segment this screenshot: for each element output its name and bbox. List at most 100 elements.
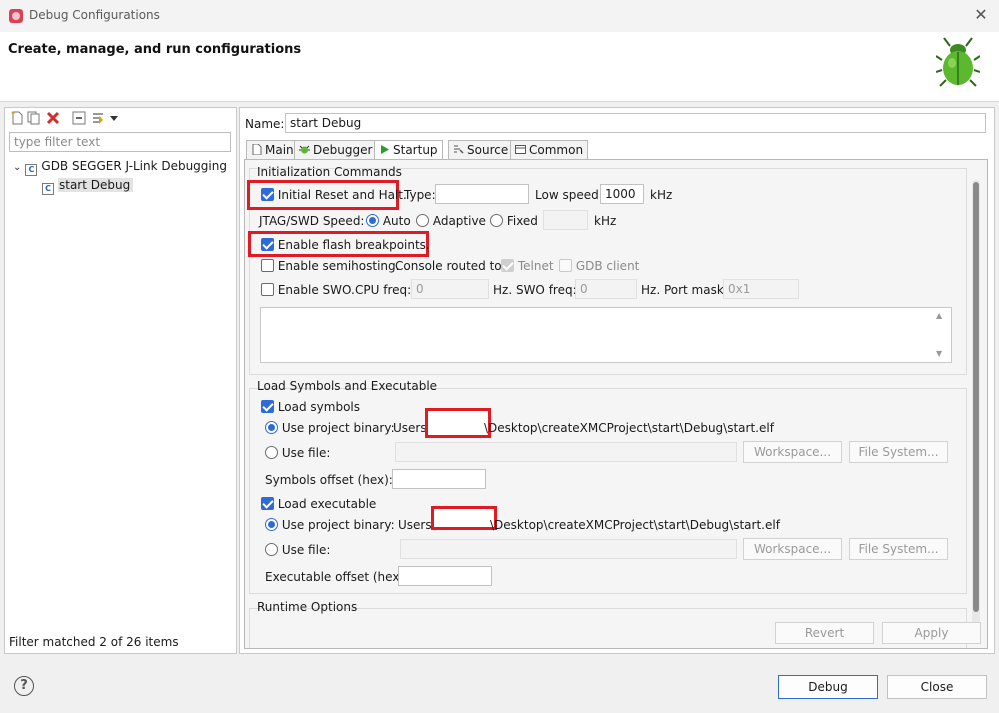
exec-file-input[interactable] bbox=[400, 539, 737, 559]
exec-offset-input[interactable] bbox=[398, 566, 492, 586]
speed-fixed-radio[interactable]: Fixed bbox=[490, 214, 538, 228]
telnet-checkbox[interactable]: Telnet bbox=[501, 259, 554, 273]
radio-unchecked[interactable] bbox=[416, 214, 429, 227]
initial-reset-checkbox[interactable]: Initial Reset and Halt. bbox=[261, 188, 407, 202]
checkbox-checked[interactable] bbox=[501, 259, 514, 272]
tab-debugger[interactable]: Debugger bbox=[294, 140, 378, 160]
cpu-freq-label: CPU freq: bbox=[355, 283, 412, 297]
checkbox-checked[interactable] bbox=[261, 497, 274, 510]
checkbox-label: Initial Reset and Halt. bbox=[277, 188, 407, 202]
radio-unchecked[interactable] bbox=[265, 543, 278, 556]
help-icon[interactable]: ? bbox=[14, 676, 34, 696]
exec-file-system-button[interactable]: File System... bbox=[849, 538, 948, 560]
filter-input[interactable] bbox=[9, 132, 231, 152]
name-input[interactable]: start Debug bbox=[285, 113, 986, 133]
checkbox-checked[interactable] bbox=[261, 400, 274, 413]
init-commands-textarea[interactable] bbox=[260, 307, 952, 363]
console-routed-label: Console routed to: bbox=[395, 259, 506, 273]
radio-label: Use project binary: bbox=[281, 518, 395, 532]
exec-project-binary-radio[interactable]: Use project binary: bbox=[265, 518, 395, 532]
radio-label: Fixed bbox=[506, 214, 538, 228]
checkbox-checked[interactable] bbox=[261, 238, 274, 251]
cpu-freq-input[interactable]: 0 bbox=[411, 279, 489, 299]
scroll-down-icon[interactable]: ▼ bbox=[936, 349, 942, 358]
scroll-up-icon[interactable]: ▲ bbox=[936, 311, 942, 320]
document-icon bbox=[252, 144, 262, 155]
type-label: Type: bbox=[404, 188, 436, 202]
symbols-offset-label: Symbols offset (hex): bbox=[265, 473, 393, 487]
radio-checked[interactable] bbox=[366, 214, 379, 227]
swo-freq-input[interactable]: 0 bbox=[575, 279, 637, 299]
checkbox-unchecked[interactable] bbox=[261, 283, 274, 296]
app-icon bbox=[9, 9, 23, 23]
filter-status: Filter matched 2 of 26 items bbox=[9, 635, 179, 649]
radio-label: Use file: bbox=[281, 543, 331, 557]
startup-tab-content: Initialization Commands Initial Reset an… bbox=[244, 159, 988, 649]
tab-startup[interactable]: Startup bbox=[374, 140, 443, 161]
scrollbar-thumb[interactable] bbox=[973, 182, 979, 612]
gdb-client-checkbox[interactable]: GDB client bbox=[559, 259, 639, 273]
checkbox-unchecked[interactable] bbox=[261, 259, 274, 272]
radio-label: Use project binary: bbox=[281, 421, 395, 435]
exec-use-file-radio[interactable]: Use file: bbox=[265, 543, 330, 557]
runtime-group-title: Runtime Options bbox=[257, 600, 358, 614]
config-icon: C bbox=[42, 183, 54, 195]
tree-node-label: GDB SEGGER J-Link Debugging bbox=[41, 159, 227, 173]
filter-icon[interactable] bbox=[91, 111, 105, 125]
window-close-button[interactable]: ✕ bbox=[972, 6, 990, 24]
close-button[interactable]: Close bbox=[887, 675, 987, 699]
dialog-header: Create, manage, and run configurations bbox=[0, 32, 999, 102]
tree-node-start-debug[interactable]: Cstart Debug bbox=[42, 176, 134, 195]
symbols-workspace-button[interactable]: Workspace... bbox=[743, 441, 842, 463]
dialog-heading: Create, manage, and run configurations bbox=[8, 42, 302, 57]
tab-main[interactable]: Main bbox=[246, 140, 299, 160]
symbols-use-file-radio[interactable]: Use file: bbox=[265, 446, 330, 460]
radio-unchecked[interactable] bbox=[265, 446, 278, 459]
delete-icon[interactable] bbox=[46, 111, 60, 125]
symbols-path-suffix: \Desktop\createXMCProject\start\Debug\st… bbox=[484, 421, 774, 435]
tree-node-gdb-segger[interactable]: ⌄ C GDB SEGGER J-Link Debugging bbox=[13, 157, 227, 176]
vertical-scrollbar[interactable] bbox=[972, 180, 980, 630]
radio-unchecked[interactable] bbox=[490, 214, 503, 227]
chevron-down-icon[interactable]: ⌄ bbox=[13, 162, 21, 173]
tab-source[interactable]: Source bbox=[448, 140, 514, 160]
symbols-project-binary-radio[interactable]: Use project binary: bbox=[265, 421, 395, 435]
speed-adaptive-radio[interactable]: Adaptive bbox=[416, 214, 486, 228]
debugger-icon bbox=[299, 145, 310, 154]
radio-checked[interactable] bbox=[265, 421, 278, 434]
radio-checked[interactable] bbox=[265, 518, 278, 531]
symbols-file-system-button[interactable]: File System... bbox=[849, 441, 948, 463]
initialization-group-title: Initialization Commands bbox=[257, 165, 402, 179]
load-group bbox=[249, 388, 967, 594]
type-input[interactable] bbox=[435, 184, 529, 204]
symbols-offset-input[interactable] bbox=[392, 469, 486, 489]
flash-breakpoints-checkbox[interactable]: Enable flash breakpoints. bbox=[261, 238, 430, 252]
fixed-speed-input[interactable] bbox=[543, 210, 588, 230]
checkbox-checked[interactable] bbox=[261, 188, 274, 201]
swo-checkbox[interactable]: Enable SWO. bbox=[261, 283, 355, 297]
debug-button[interactable]: Debug bbox=[778, 675, 878, 699]
port-mask-label: Hz. Port mask: bbox=[641, 283, 728, 297]
apply-button[interactable]: Apply bbox=[882, 622, 981, 644]
checkbox-label: Telnet bbox=[517, 259, 554, 273]
low-speed-input[interactable]: 1000 bbox=[600, 184, 644, 204]
symbols-file-input[interactable] bbox=[395, 442, 737, 462]
collapse-all-icon[interactable] bbox=[72, 111, 86, 125]
new-config-icon[interactable] bbox=[10, 111, 24, 125]
tab-common[interactable]: Common bbox=[510, 140, 589, 160]
tree-node-label: start Debug bbox=[58, 178, 134, 192]
semihosting-checkbox[interactable]: Enable semihosting. bbox=[261, 259, 399, 273]
chevron-down-icon[interactable] bbox=[109, 111, 119, 125]
checkbox-unchecked[interactable] bbox=[559, 259, 572, 272]
duplicate-icon[interactable] bbox=[27, 111, 41, 125]
speed-auto-radio[interactable]: Auto bbox=[366, 214, 411, 228]
port-mask-input[interactable]: 0x1 bbox=[723, 279, 799, 299]
load-symbols-checkbox[interactable]: Load symbols bbox=[261, 400, 360, 414]
revert-button[interactable]: Revert bbox=[775, 622, 874, 644]
title-bar: Debug Configurations ✕ bbox=[0, 0, 999, 32]
load-group-title: Load Symbols and Executable bbox=[257, 379, 438, 393]
load-executable-checkbox[interactable]: Load executable bbox=[261, 497, 376, 511]
exec-workspace-button[interactable]: Workspace... bbox=[743, 538, 842, 560]
checkbox-label: Enable semihosting. bbox=[277, 259, 400, 273]
bug-icon bbox=[936, 37, 980, 87]
